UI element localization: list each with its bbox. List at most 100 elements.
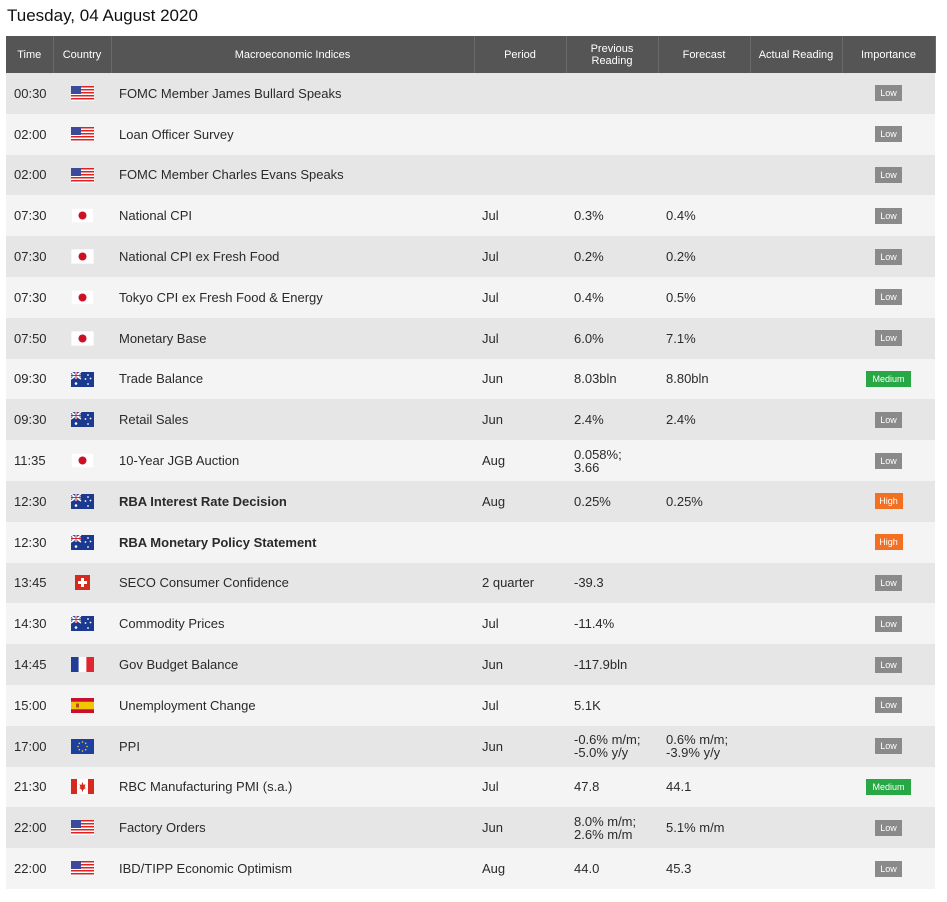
cell-time: 12:30 (6, 480, 53, 522)
table-row[interactable]: 07:30 Tokyo CPI ex Fresh Food & Energy Jul… (6, 276, 935, 318)
cell-previous: -39.3 (566, 562, 658, 604)
cell-event: IBD/TIPP Economic Optimism (111, 848, 474, 889)
us-flag-icon (70, 167, 94, 183)
col-header-period[interactable]: Period (474, 36, 567, 73)
table-row[interactable]: 07:30 National CPI Jul 0.3% 0.4% Low (6, 195, 935, 237)
table-row[interactable]: 02:00 Loan Officer Survey Low (6, 113, 935, 155)
cell-period: Jul (474, 236, 566, 277)
cell-country (53, 73, 111, 114)
cell-previous (566, 73, 658, 114)
cell-time: 22:00 (6, 807, 53, 849)
cell-event: Loan Officer Survey (111, 113, 474, 155)
cell-country (53, 725, 111, 767)
table-row[interactable]: 07:30 National CPI ex Fresh Food Jul 0.2% 0.… (6, 236, 935, 277)
importance-badge: Low (875, 819, 902, 836)
cell-period (474, 73, 566, 114)
cell-period: 2 quarter (474, 562, 566, 604)
col-header-actual[interactable]: Actual Reading (750, 36, 843, 73)
col-header-indices[interactable]: Macroeconomic Indices (111, 36, 475, 73)
table-row[interactable]: 22:00 Factory Orders Jun 8.0% m/m; 2.6% m/m… (6, 807, 935, 849)
cell-actual (750, 399, 842, 441)
cell-time: 07:50 (6, 317, 53, 359)
table-row[interactable]: 15:00 Unemployment Change Jul 5.1K Low (6, 684, 935, 726)
cell-time: 02:00 (6, 113, 53, 155)
col-header-country[interactable]: Country (53, 36, 112, 73)
cell-actual (750, 358, 842, 400)
table-row[interactable]: 13:45 SECO Consumer Confidence 2 quarter -3… (6, 562, 935, 604)
cell-time: 17:00 (6, 725, 53, 767)
importance-badge: Low (875, 248, 902, 265)
cell-time: 09:30 (6, 399, 53, 441)
cell-importance: Medium (842, 766, 935, 808)
cell-forecast (658, 603, 750, 645)
cell-importance: Low (842, 113, 935, 155)
table-row[interactable]: 12:30 RBA Interest Rate Decision Aug 0.25% 0… (6, 480, 935, 522)
col-header-forecast[interactable]: Forecast (658, 36, 751, 73)
importance-badge: Low (875, 207, 902, 224)
cell-importance: Low (842, 562, 935, 604)
cell-country (53, 848, 111, 889)
table-row[interactable]: 07:50 Monetary Base Jul 6.0% 7.1% Low (6, 317, 935, 359)
cell-importance: Low (842, 236, 935, 277)
importance-badge: Low (875, 574, 902, 591)
us-flag-icon (70, 85, 94, 101)
col-header-importance[interactable]: Importance (842, 36, 936, 73)
col-header-previous[interactable]: Previous Reading (566, 36, 659, 73)
table-row[interactable]: 02:00 FOMC Member Charles Evans Speaks Low (6, 154, 935, 196)
table-row[interactable]: 21:30 RBC Manufacturing PMI (s.a.) Jul 47.8… (6, 766, 935, 808)
cell-event: Commodity Prices (111, 603, 474, 645)
cell-actual (750, 766, 842, 808)
importance-badge: Low (875, 738, 902, 755)
cell-previous: 0.25% (566, 480, 658, 522)
importance-badge: Low (875, 452, 902, 469)
cell-period (474, 521, 566, 563)
cell-event: PPI (111, 725, 474, 767)
cell-actual (750, 317, 842, 359)
cell-previous (566, 521, 658, 563)
col-header-time[interactable]: Time (6, 36, 54, 73)
cell-country (53, 480, 111, 522)
table-row[interactable]: 09:30 Trade Balance Jun 8.03bln 8.80bln Mediu… (6, 358, 935, 400)
table-header-row: Time Country Macroeconomic Indices Perio… (6, 36, 936, 73)
cell-importance: Low (842, 684, 935, 726)
importance-badge: Low (875, 656, 902, 673)
es-flag-icon (70, 697, 94, 713)
au-flag-icon (70, 493, 94, 509)
table-row[interactable]: 11:35 10-Year JGB Auction Aug 0.058%; 3.66 L… (6, 440, 935, 481)
ch-flag-icon (71, 575, 94, 591)
cell-period: Jun (474, 644, 566, 685)
cell-event: RBA Monetary Policy Statement (111, 521, 474, 563)
au-flag-icon (70, 615, 94, 632)
cell-forecast: 0.2% (658, 236, 750, 277)
cell-period: Jun (474, 807, 566, 849)
cell-forecast: 0.5% (658, 276, 750, 318)
cell-actual (750, 725, 842, 767)
table-row[interactable]: 09:30 Retail Sales Jun 2.4% 2.4% Low (6, 399, 935, 441)
cell-time: 14:30 (6, 603, 53, 645)
cell-event: FOMC Member James Bullard Speaks (111, 73, 474, 114)
cell-event: RBA Interest Rate Decision (111, 480, 474, 522)
table-row[interactable]: 00:30 FOMC Member James Bullard Speaks Low (6, 73, 935, 114)
cell-importance: Low (842, 848, 935, 889)
importance-badge: Medium (866, 370, 911, 387)
cell-actual (750, 236, 842, 277)
importance-badge: Low (875, 697, 902, 714)
table-row[interactable]: 14:30 Commodity Prices Jul -11.4% Low (6, 603, 935, 645)
cell-previous: -117.9bln (566, 644, 658, 685)
importance-badge: Low (875, 615, 902, 632)
cell-importance: Low (842, 276, 935, 318)
cell-previous: 8.0% m/m; 2.6% m/m (566, 807, 658, 849)
cell-importance: Low (842, 807, 935, 849)
table-row[interactable]: 17:00 PPI Jun -0.6% m/m; -5.0% y/y 0.6% m/m;… (6, 725, 935, 767)
cell-period: Aug (474, 440, 566, 481)
table-row[interactable]: 12:30 RBA Monetary Policy Statement High (6, 521, 935, 563)
cell-event: Monetary Base (111, 317, 474, 359)
table-row[interactable]: 22:00 IBD/TIPP Economic Optimism Aug 44.0 45… (6, 848, 935, 889)
cell-importance: Medium (842, 358, 935, 400)
cell-time: 07:30 (6, 276, 53, 318)
cell-event: Gov Budget Balance (111, 644, 474, 685)
table-row[interactable]: 14:45 Gov Budget Balance Jun -117.9bln Low (6, 644, 935, 685)
cell-actual (750, 276, 842, 318)
importance-badge: Low (875, 330, 902, 347)
cell-event: Factory Orders (111, 807, 474, 849)
